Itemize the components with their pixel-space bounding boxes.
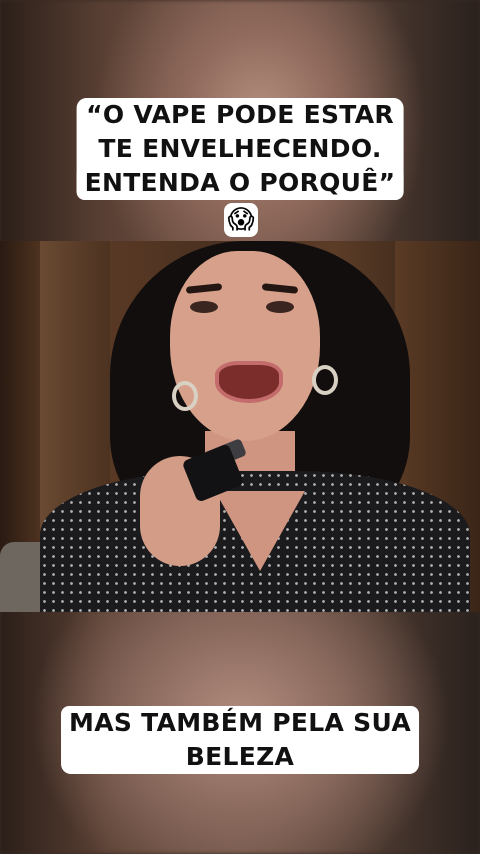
caption-bottom: MAS TAMBÉM PELA SUA BELEZA (61, 706, 419, 774)
right-eye (266, 301, 294, 313)
caption-top: “O VAPE PODE ESTAR TE ENVELHECENDO. ENTE… (76, 98, 404, 200)
caption-line: ENTENDA O PORQUÊ” (76, 166, 404, 200)
caption-line: TE ENVELHECENDO. (90, 132, 390, 166)
mouth (215, 361, 283, 403)
neckline (215, 491, 305, 571)
right-eyebrow (261, 283, 299, 294)
hoop-earring (312, 365, 338, 395)
caption-line: “O VAPE PODE ESTAR (78, 98, 402, 132)
screaming-face-emoji-icon: 😱 (224, 203, 258, 237)
video-frame (0, 241, 480, 612)
woman-face (170, 251, 320, 441)
caption-line: BELEZA (177, 740, 303, 774)
caption-line: MAS TAMBÉM PELA SUA (61, 706, 419, 740)
left-eyebrow (185, 283, 223, 294)
left-eye (190, 301, 218, 313)
hoop-earring (172, 381, 198, 411)
